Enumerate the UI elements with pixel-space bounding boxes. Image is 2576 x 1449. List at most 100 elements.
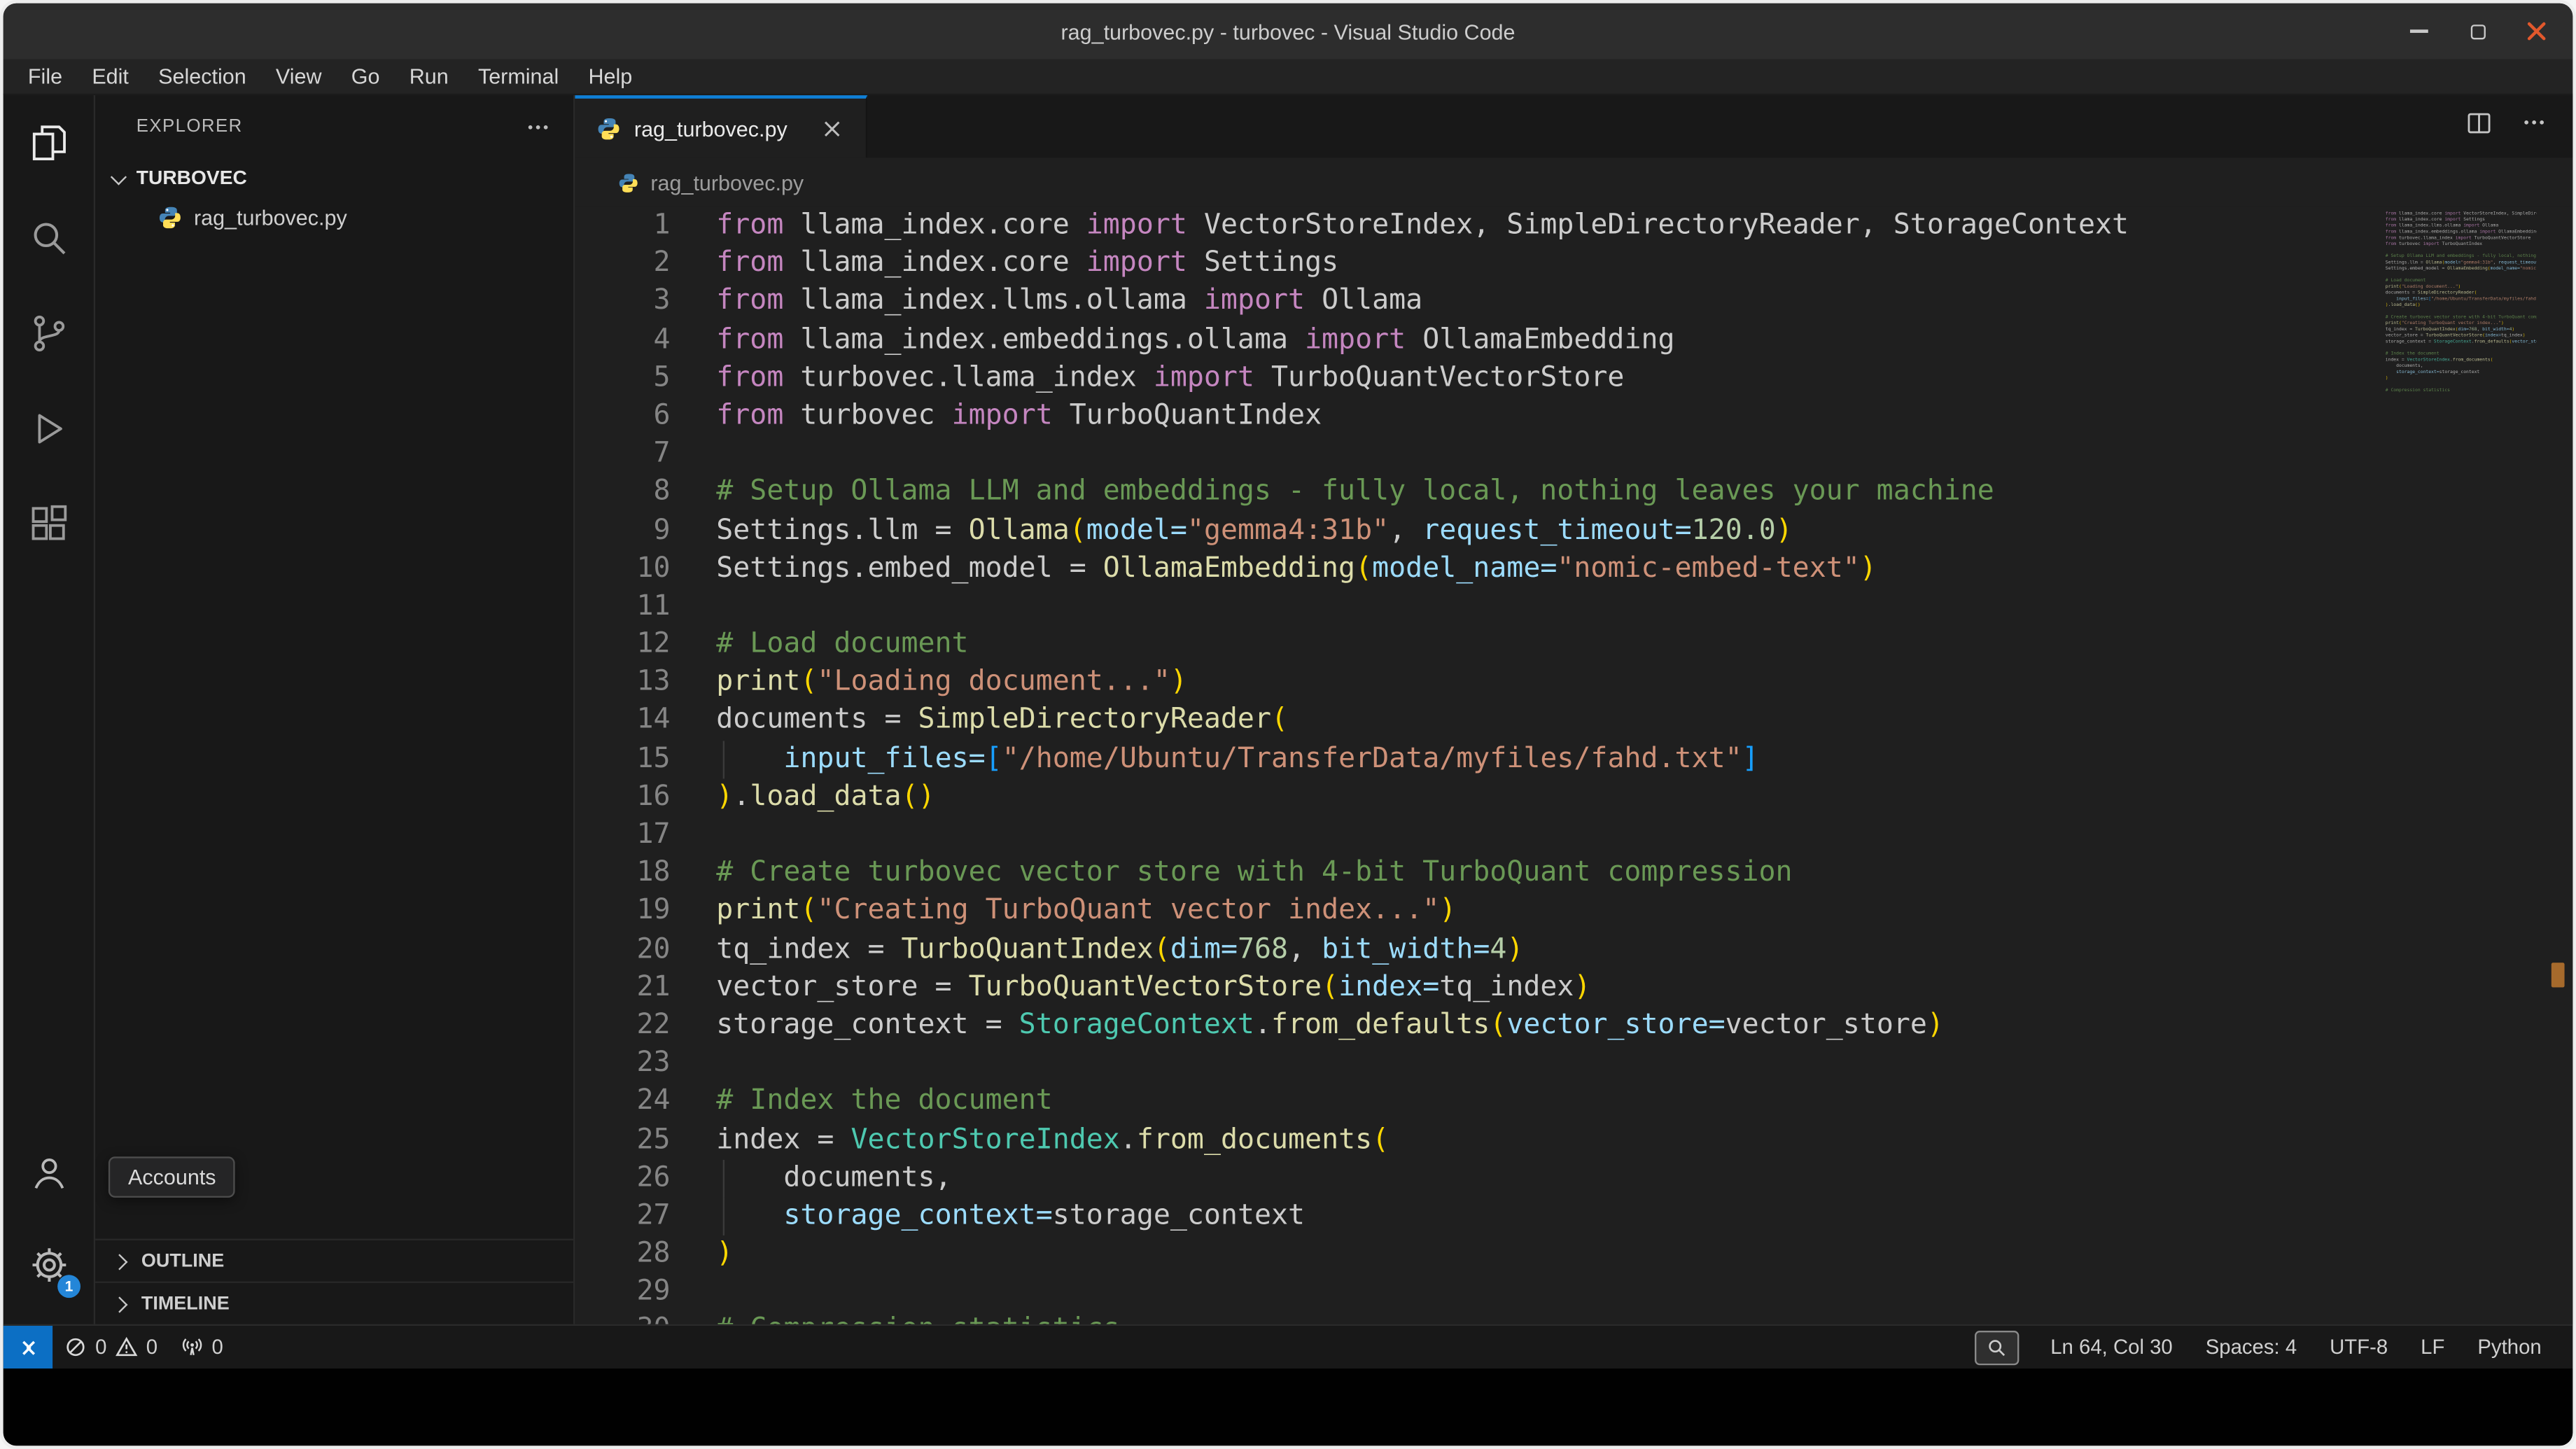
code-line-14[interactable]: 14documents = SimpleDirectoryReader( [575,702,2572,740]
line-number: 1 [575,207,670,245]
window-title: rag_turbovec.py - turbovec - Visual Stud… [4,4,2573,59]
title-bar: rag_turbovec.py - turbovec - Visual Stud… [4,4,2573,59]
screen: rag_turbovec.py - turbovec - Visual Stud… [0,0,2576,1449]
code-text: storage_context=storage_context [716,1198,1305,1236]
code-text: storage_context = StorageContext.from_de… [716,1007,1944,1045]
code-line-17[interactable]: 17 [575,816,2572,854]
code-line-13[interactable]: 13print("Loading document...") [575,664,2572,702]
explorer-icon[interactable] [4,95,94,190]
menu-item-edit[interactable]: Edit [77,59,144,93]
sidebar-section-timeline[interactable]: TIMELINE [95,1282,573,1324]
accounts-tooltip: Accounts [108,1156,236,1198]
folder-section-turbovec[interactable]: TURBOVEC [95,158,573,197]
code-editor[interactable]: 1 from llama_index.core import VectorStor… [575,207,2572,1324]
code-line-25[interactable]: 25index = VectorStoreIndex.from_document… [575,1121,2572,1159]
code-line-16[interactable]: 16).load_data() [575,778,2572,816]
error-icon [64,1336,88,1359]
chevron-down-icon [111,168,127,184]
code-line-5[interactable]: 5from turbovec.llama_index import TurboQ… [575,359,2572,397]
remote-indicator[interactable] [4,1326,52,1368]
minimize-button[interactable] [2405,18,2432,45]
language-indicator[interactable]: Python [2466,1336,2553,1359]
views-more-icon[interactable] [526,114,550,139]
run-debug-icon[interactable] [4,381,94,476]
menu-item-view[interactable]: View [261,59,337,93]
line-number: 15 [575,741,670,778]
warning-icon [115,1336,138,1359]
split-editor-icon[interactable] [2466,109,2493,144]
cursor-position[interactable]: Ln 64, Col 30 [2039,1336,2184,1359]
tab-close-icon[interactable] [823,119,841,137]
code-line-18[interactable]: 18# Create turbovec vector store with 4-… [575,855,2572,892]
code-line-2[interactable]: 2from llama_index.core import Settings [575,245,2572,283]
menu-item-help[interactable]: Help [573,59,647,93]
code-line-26[interactable]: 26 documents, [575,1159,2572,1197]
line-number: 30 [575,1312,670,1324]
menu-item-file[interactable]: File [13,59,77,93]
editor-area: rag_turbovec.py [575,95,2572,1324]
folder-name: TURBOVEC [136,166,247,189]
restore-button[interactable] [2464,18,2491,45]
extensions-icon[interactable] [4,477,94,572]
code-text: # Create turbovec vector store with 4-bi… [716,855,1792,892]
ports-indicator[interactable]: 0 [169,1326,235,1368]
file-name: rag_turbovec.py [194,205,347,230]
menu-item-go[interactable]: Go [337,59,395,93]
line-number: 3 [575,284,670,321]
code-line-22[interactable]: 22storage_context = StorageContext.from_… [575,1007,2572,1045]
code-line-21[interactable]: 21vector_store = TurboQuantVectorStore(i… [575,969,2572,1007]
breadcrumb[interactable]: rag_turbovec.py [575,158,2572,206]
code-line-7[interactable]: 7 [575,435,2572,473]
code-line-11[interactable]: 11 [575,588,2572,626]
code-line-30[interactable]: 30# Compression statistics [575,1312,2572,1324]
code-text: from llama_index.embeddings.ollama impor… [716,321,1674,359]
close-button[interactable] [2524,18,2550,45]
search-icon[interactable] [4,190,94,286]
code-text: # Index the document [716,1083,1052,1121]
settings-gear-icon[interactable]: 1 [4,1219,94,1310]
menu-item-selection[interactable]: Selection [144,59,261,93]
tab-rag-turbovec[interactable]: rag_turbovec.py [575,95,867,158]
code-line-9[interactable]: 9Settings.llm = Ollama(model="gemma4:31b… [575,512,2572,550]
code-line-27[interactable]: 27 storage_context=storage_context [575,1198,2572,1236]
line-number: 10 [575,550,670,587]
accounts-icon[interactable] [4,1127,94,1219]
zoom-indicator[interactable] [1975,1330,2019,1364]
code-line-28[interactable]: 28) [575,1236,2572,1273]
code-line-24[interactable]: 24# Index the document [575,1083,2572,1121]
section-label: OUTLINE [141,1251,224,1270]
source-control-icon[interactable] [4,286,94,381]
status-bar: 0 0 0 Ln 64, Col 30 Spaces: 4 UTF-8 LF P… [4,1324,2573,1368]
line-number: 20 [575,931,670,969]
code-line-8[interactable]: 8# Setup Ollama LLM and embeddings - ful… [575,474,2572,512]
code-line-19[interactable]: 19print("Creating TurboQuant vector inde… [575,892,2572,930]
code-text: Settings.embed_model = OllamaEmbedding(m… [716,550,1877,587]
code-line-10[interactable]: 10 Settings.embed_model = OllamaEmbedding… [575,550,2572,587]
menu-item-terminal[interactable]: Terminal [463,59,574,93]
file-item[interactable]: rag_turbovec.py [95,197,573,239]
code-line-6[interactable]: 6from turbovec import TurboQuantIndex [575,398,2572,435]
encoding-indicator[interactable]: UTF-8 [2318,1336,2400,1359]
code-line-29[interactable]: 29 [575,1273,2572,1311]
code-line-1[interactable]: 1from llama_index.core import VectorStor… [575,207,2572,245]
activity-bar-top [4,95,94,572]
sidebar-section-outline[interactable]: OUTLINE [95,1239,573,1282]
code-line-4[interactable]: 4from llama_index.embeddings.ollama impo… [575,321,2572,359]
code-line-3[interactable]: 3from llama_index.llms.ollama import Oll… [575,284,2572,321]
breadcrumb-item[interactable]: rag_turbovec.py [650,170,804,195]
activity-bar: 1 [4,95,95,1324]
more-actions-icon[interactable] [2522,110,2547,143]
line-number: 29 [575,1273,670,1311]
eol-indicator[interactable]: LF [2409,1336,2456,1359]
minimap[interactable]: from llama_index.core import VectorStore… [2386,210,2537,1324]
menu-item-run[interactable]: Run [395,59,463,93]
code-line-12[interactable]: 12# Load document [575,626,2572,664]
line-number: 23 [575,1045,670,1083]
magnifier-icon [1987,1336,2008,1358]
code-line-20[interactable]: 20tq_index = TurboQuantIndex(dim=768, bi… [575,931,2572,969]
indentation-indicator[interactable]: Spaces: 4 [2194,1336,2308,1359]
code-line-15[interactable]: 15 input_files=["/home/Ubuntu/TransferDa… [575,741,2572,778]
problems-indicator[interactable]: 0 0 [52,1326,169,1368]
minimize-icon [2409,29,2428,33]
code-line-23[interactable]: 23 [575,1045,2572,1083]
